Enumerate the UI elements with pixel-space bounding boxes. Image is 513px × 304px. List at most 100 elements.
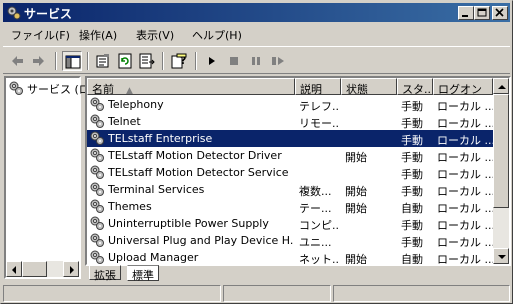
service-logon: ローカル ...: [437, 100, 493, 113]
title-bar[interactable]: サービス: [3, 3, 510, 22]
table-row[interactable]: TELstaff Motion Detector Driver 開始 手動 ローカル …: [87, 147, 493, 164]
maximize-button[interactable]: [474, 6, 490, 20]
menu-action[interactable]: 操作(A): [79, 27, 117, 43]
service-description: テー...: [299, 202, 332, 215]
service-logon: ローカル ...: [437, 219, 493, 232]
forward-button[interactable]: [29, 51, 49, 71]
service-startup-type: 手動: [401, 151, 423, 164]
service-startup-type: 手動: [401, 100, 423, 113]
help-button[interactable]: ?: [169, 51, 189, 71]
back-icon: [12, 56, 23, 66]
status-bar: [3, 284, 510, 303]
scroll-thumb[interactable]: [22, 261, 47, 277]
stop-service-button[interactable]: [224, 51, 244, 71]
service-description: ユニ...: [299, 236, 332, 249]
service-startup-type: 手動: [401, 185, 423, 198]
service-startup-type: 自動: [401, 253, 423, 266]
status-panel: [333, 285, 510, 302]
service-logon: ローカル ...: [437, 134, 493, 147]
services-app-icon: [6, 5, 21, 20]
table-row[interactable]: TELstaff Motion Detector Service 手動 ローカル .…: [87, 164, 493, 181]
menu-bar: ファイル(F) 操作(A) 表示(V) ヘルプ(H): [3, 24, 510, 44]
service-logon: ローカル ...: [437, 168, 493, 181]
start-icon: [209, 57, 215, 65]
table-row[interactable]: Terminal Services 複数... 開始 手動 ローカル ...: [87, 181, 493, 198]
back-button[interactable]: [7, 51, 27, 71]
service-name: Upload Manager: [108, 251, 199, 264]
column-label: 名前: [92, 83, 114, 95]
table-row[interactable]: Uninterruptible Power Supply コンピ... 手動 ローカル…: [87, 215, 493, 232]
service-description: リモー...: [299, 117, 339, 130]
service-logon: ローカル ...: [437, 253, 493, 266]
service-logon: ローカル ...: [437, 185, 493, 198]
pause-icon: [257, 57, 260, 65]
service-name: Uninterruptible Power Supply: [108, 217, 269, 230]
service-logon: ローカル ...: [437, 202, 493, 215]
scroll-thumb[interactable]: [493, 94, 509, 208]
service-startup-type: 手動: [401, 219, 423, 232]
services-window: サービス ファイル(F) 操作(A) 表示(V) ヘルプ(H) ? サービス (…: [0, 0, 513, 304]
services-list[interactable]: 名前 ▲ 説明 状態 スタ... ログオン Telephony テレフ... 手動 ロー…: [85, 76, 511, 266]
stop-icon: [230, 57, 238, 65]
menu-file[interactable]: ファイル(F): [11, 27, 70, 43]
scroll-down-button[interactable]: [493, 248, 509, 264]
properties-button[interactable]: [93, 51, 113, 71]
console-tree[interactable]: サービス (ロ: [4, 76, 90, 279]
menu-help[interactable]: ヘルプ(H): [192, 27, 242, 43]
column-header-name[interactable]: 名前 ▲: [87, 78, 295, 95]
service-startup-type: 手動: [401, 117, 423, 130]
table-row[interactable]: Telephony テレフ... 手動 ローカル ...: [87, 96, 493, 113]
scroll-left-button[interactable]: [6, 261, 22, 277]
show-hide-tree-button[interactable]: [62, 51, 82, 71]
column-header-startup-type[interactable]: スタ...: [397, 78, 433, 95]
service-startup-type: 手動: [401, 168, 423, 181]
scroll-up-button[interactable]: [493, 78, 509, 94]
toolbar-separator: [195, 52, 197, 70]
refresh-button[interactable]: [115, 51, 135, 71]
toolbar-separator: [87, 52, 89, 70]
gear-icon: [8, 80, 24, 99]
table-row[interactable]: Universal Plug and Play Device H... ユニ...…: [87, 232, 493, 249]
tree-horizontal-scrollbar[interactable]: [6, 261, 79, 277]
service-status: 開始: [345, 253, 367, 266]
service-description: ネット...: [299, 253, 339, 266]
table-row[interactable]: Upload Manager ネット... 開始 自動 ローカル ...: [87, 249, 493, 266]
table-row[interactable]: Telnet リモー... 手動 ローカル ...: [87, 113, 493, 130]
list-vertical-scrollbar[interactable]: [493, 78, 509, 264]
restart-icon: [278, 57, 284, 65]
service-description: コンピ...: [299, 219, 339, 232]
tab-standard[interactable]: 標準: [127, 265, 159, 282]
close-button[interactable]: [492, 6, 508, 20]
tree-item-label: サービス (ロ: [27, 83, 90, 96]
service-name: Terminal Services: [108, 183, 205, 196]
minimize-button[interactable]: [458, 6, 474, 20]
column-header-status[interactable]: 状態: [341, 78, 397, 95]
tab-extended[interactable]: 拡張: [89, 265, 121, 282]
sort-ascending-icon: ▲: [126, 86, 133, 95]
window-title: サービス: [24, 7, 73, 21]
toolbar-separator: [162, 52, 164, 70]
service-logon: ローカル ...: [437, 117, 493, 130]
service-name: TELstaff Motion Detector Service: [108, 166, 289, 179]
service-status: 開始: [345, 151, 367, 164]
column-header-logon[interactable]: ログオン: [433, 78, 493, 95]
start-service-button[interactable]: [202, 51, 222, 71]
service-description: テレフ...: [299, 100, 339, 113]
restart-service-button[interactable]: [268, 51, 288, 71]
table-row[interactable]: TELstaff Enterprise 手動 ローカル ...: [87, 130, 493, 147]
toolbar: ?: [3, 46, 510, 74]
toolbar-separator: [55, 52, 57, 70]
export-list-button[interactable]: [137, 51, 157, 71]
service-name: Telephony: [108, 98, 164, 111]
service-startup-type: 自動: [401, 202, 423, 215]
service-logon: ローカル ...: [437, 151, 493, 164]
service-name: Themes: [108, 200, 152, 213]
table-row[interactable]: Themes テー... 開始 自動 ローカル ...: [87, 198, 493, 215]
scroll-right-button[interactable]: [63, 261, 79, 277]
pause-service-button[interactable]: [246, 51, 266, 71]
column-header-description[interactable]: 説明: [295, 78, 341, 95]
service-name: Universal Plug and Play Device H...: [108, 234, 293, 247]
menu-view[interactable]: 表示(V): [136, 27, 174, 43]
service-startup-type: 手動: [401, 134, 423, 147]
service-gear-icon: [89, 249, 105, 264]
